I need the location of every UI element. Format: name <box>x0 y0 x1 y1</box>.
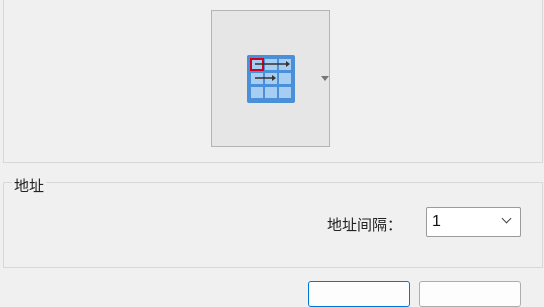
caret-down-icon[interactable] <box>321 76 329 81</box>
ok-button[interactable] <box>308 281 410 307</box>
address-interval-select[interactable]: 1 <box>426 207 521 237</box>
address-interval-value: 1 <box>432 213 441 230</box>
chevron-down-icon <box>501 213 512 224</box>
cancel-button[interactable] <box>419 281 521 307</box>
table-arrows-layout-icon <box>247 55 295 103</box>
address-group-title: 地址 <box>12 175 47 196</box>
address-interval-label: 地址间隔： <box>327 216 403 234</box>
